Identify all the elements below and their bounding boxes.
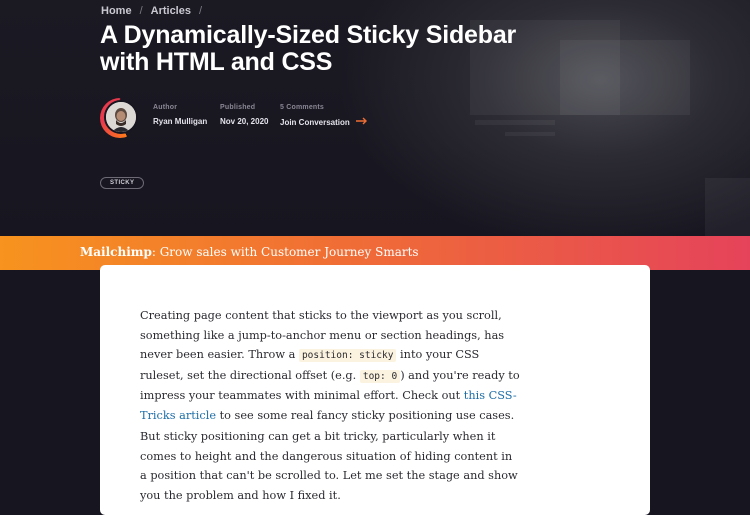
arrow-right-icon [355, 117, 368, 127]
promo-message: : Grow sales with Customer Journey Smart… [151, 245, 419, 259]
background-shape [560, 40, 690, 115]
breadcrumb-separator: / [198, 5, 203, 17]
breadcrumb-home-link[interactable]: Home [101, 5, 132, 17]
tag-sticky[interactable]: STICKY [100, 177, 145, 189]
breadcrumb-separator: / [139, 5, 143, 17]
article-paragraph-2: But sticky positioning can get a bit tri… [140, 430, 518, 502]
page-title-line-2: with HTML and CSS [100, 48, 333, 76]
background-shape [705, 178, 750, 236]
inline-code: position: sticky [298, 349, 397, 362]
page-title-line-1: A Dynamically-Sized Sticky Sidebar [100, 21, 517, 49]
author-meta: Author Ryan Mulligan [153, 104, 207, 126]
promo-brand: Mailchimp [80, 245, 152, 259]
article-hero: Home / Articles / A Dynamically-Sized St… [0, 0, 750, 236]
author-avatar[interactable] [100, 98, 140, 138]
paragraph-text: to see some real fancy sticky positionin… [216, 408, 515, 422]
author-name[interactable]: Ryan Mulligan [153, 117, 207, 126]
join-conversation-label: Join Conversation [280, 117, 350, 127]
background-shape [505, 132, 555, 136]
article-content-card: Creating page content that sticks to the… [100, 265, 650, 515]
comments-count: 5 Comments [280, 104, 325, 111]
page-title: A Dynamically-Sized Sticky Sidebar with … [100, 22, 570, 76]
breadcrumb: Home / Articles / [101, 5, 202, 17]
published-date: Nov 20, 2020 [220, 117, 269, 126]
join-conversation-link[interactable]: Join Conversation [280, 117, 368, 127]
article-paragraph-1: Creating page content that sticks to the… [140, 306, 520, 425]
promo-text: Mailchimp: Grow sales with Customer Jour… [80, 245, 419, 259]
breadcrumb-articles-link[interactable]: Articles [151, 5, 191, 17]
background-shape [475, 120, 555, 125]
inline-code: top: 0 [359, 369, 401, 383]
published-meta: Published Nov 20, 2020 [220, 104, 268, 126]
published-label: Published [220, 104, 256, 111]
avatar-photo [104, 100, 138, 134]
comments-meta: 5 Comments Join Conversation [280, 104, 368, 127]
author-label: Author [153, 104, 178, 111]
